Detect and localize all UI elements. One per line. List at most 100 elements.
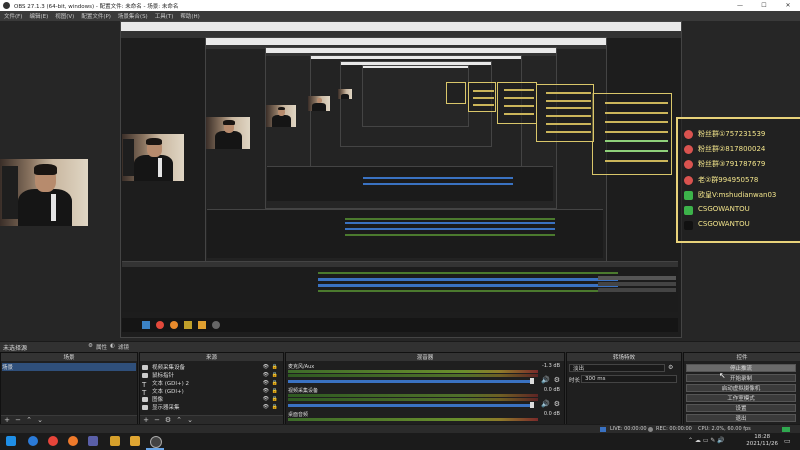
menu-view[interactable]: 视图(V) [55,12,74,20]
visibility-icon[interactable]: 👁 [263,396,269,402]
source-item[interactable]: T 文本 (GDI+) 2 👁 🔒 [142,379,281,389]
speaker-icon[interactable]: 🔊 [541,376,550,384]
app-icon[interactable] [110,436,120,446]
move-down-button[interactable]: ⌄ [35,416,45,424]
lock-icon[interactable]: 🔒 [272,404,278,410]
menu-edit[interactable]: 编辑(E) [29,12,48,20]
system-tray-icons[interactable]: ⌃ ☁ ▭ ✎ 🔊 [688,437,725,444]
mixer-channel-db: 0.0 dB [543,411,560,417]
volume-slider-handle[interactable] [530,402,534,408]
fan-line: 粉丝群②817800024 [698,145,766,153]
windows-start-icon[interactable] [6,436,16,446]
properties-button[interactable]: 属性 [96,343,107,351]
preview-canvas[interactable]: 粉丝群①757231539 粉丝群②817800024 粉丝群③79178767… [0,21,800,341]
notification-icon[interactable]: ▭ [784,437,791,445]
source-item[interactable]: 视频采集设备 👁 🔒 [142,363,281,371]
add-scene-button[interactable]: + [2,416,12,424]
visibility-icon[interactable]: 👁 [263,388,269,394]
lock-icon[interactable]: 🔒 [272,380,278,386]
minimize-button[interactable]: — [728,0,752,11]
obs-logo-icon [3,2,10,9]
add-source-button[interactable]: + [141,416,151,424]
menu-scene-collection[interactable]: 场景集合(S) [118,12,148,20]
mixer-channel-db: -1.3 dB [542,363,560,369]
edge-browser-icon[interactable] [28,436,38,446]
app-icon[interactable] [130,436,140,446]
visibility-icon[interactable]: 👁 [263,372,269,378]
settings-button[interactable]: 设置 [686,404,796,412]
visibility-icon[interactable]: 👁 [263,404,269,410]
mouse-cursor-icon: ↖ [719,371,726,380]
visibility-icon[interactable]: 👁 [263,364,269,370]
taskbar-clock[interactable]: 18:28 2021/11/26 [746,434,778,448]
chrome-browser-icon[interactable] [48,436,58,446]
volume-slider-handle[interactable] [530,378,534,384]
gear-icon[interactable]: ⚙ [554,400,560,408]
fan-line: 粉丝群①757231539 [698,130,766,138]
stop-streaming-button[interactable]: 停止推流 [686,364,796,372]
gear-icon[interactable]: ⚙ [88,343,93,349]
webcam-overlay-nested-2 [206,117,250,149]
source-item[interactable]: 鼠标指针 👁 🔒 [142,371,281,379]
visibility-icon[interactable]: 👁 [263,380,269,386]
obs-taskbar-icon[interactable] [150,436,162,448]
scene-transitions-dock: 转场特效 淡出 ⚙ 时长 300 ms [566,352,682,426]
duration-input[interactable]: 300 ms [581,375,677,383]
menu-help[interactable]: 帮助(H) [180,12,199,20]
app-icon[interactable] [88,436,98,446]
fan-line: CSGOWANTOU [698,220,750,228]
fan-group-overlay: 粉丝群①757231539 粉丝群②817800024 粉丝群③79178767… [676,117,800,243]
fan-line: 欧皇V:mshudianwan03 [698,191,777,199]
menu-file[interactable]: 文件(F) [4,12,22,20]
wechat-icon [684,206,693,215]
lock-icon[interactable]: 🔒 [272,372,278,378]
firefox-browser-icon[interactable] [68,436,78,446]
scene-item[interactable]: 场景 [2,363,136,371]
remove-scene-button[interactable]: − [13,416,23,424]
audio-mixer-dock: 混音器 麦克风/Aux -1.3 dB 🔊 ⚙ 视频采集设备 0.0 dB 🔊 … [285,352,565,426]
transition-settings-gear-icon[interactable]: ⚙ [668,364,673,371]
gear-icon[interactable]: ⚙ [554,376,560,384]
penguin-icon [684,176,693,185]
source-item[interactable]: 显示器采集 👁 🔒 [142,403,281,411]
volume-meter [288,398,538,401]
penguin-icon [684,160,693,169]
transition-type-select[interactable]: 淡出 [569,364,665,372]
maximize-button[interactable]: ☐ [752,0,776,11]
speaker-icon[interactable]: 🔊 [541,400,550,408]
source-item[interactable]: 图像 👁 🔒 [142,395,281,403]
close-button[interactable]: ✕ [776,0,800,11]
text-icon: T [142,380,147,389]
lock-icon[interactable]: 🔒 [272,388,278,394]
source-item[interactable]: T 文本 (GDI+) 👁 🔒 [142,387,281,397]
menu-tools[interactable]: 工具(T) [155,12,174,20]
exit-button[interactable]: 退出 [686,414,796,422]
source-label: 鼠标指针 [152,373,175,379]
source-label: 文本 (GDI+) [152,389,184,395]
volume-meter [288,374,538,377]
source-properties-button[interactable]: ⚙ [163,416,173,424]
fan-box-nested-2 [536,84,594,142]
move-up-button[interactable]: ⌃ [174,416,184,424]
source-toolbar: 未选择源 ⚙ 属性 ◐ 滤镜 [0,341,800,352]
source-label: 视频采集设备 [152,365,186,371]
studio-mode-button[interactable]: 工作室模式 [686,394,796,402]
remove-source-button[interactable]: − [152,416,162,424]
title-bar: OBS 27.1.3 (64-bit, windows) - 配置文件: 未命名… [0,0,800,11]
move-down-button[interactable]: ⌄ [185,416,195,424]
connection-status-icon [782,427,790,432]
volume-slider[interactable] [288,380,534,383]
menu-profile[interactable]: 配置文件(P) [81,12,111,20]
filter-icon[interactable]: ◐ [110,343,115,349]
filters-button[interactable]: 滤镜 [118,343,129,351]
lock-icon[interactable]: 🔒 [272,364,278,370]
mixer-channel-name: 桌面音频 [288,412,309,418]
mixer-channel-db: 0.0 dB [543,387,560,393]
controls-dock-title: 控件 [684,353,800,361]
start-virtual-camera-button[interactable]: 启动虚拟摄像机 [686,384,796,392]
lock-icon[interactable]: 🔒 [272,396,278,402]
volume-slider[interactable] [288,404,534,407]
start-recording-button[interactable]: 开始录制 [686,374,796,382]
source-label: 文本 (GDI+) 2 [152,381,190,387]
move-up-button[interactable]: ⌃ [24,416,34,424]
